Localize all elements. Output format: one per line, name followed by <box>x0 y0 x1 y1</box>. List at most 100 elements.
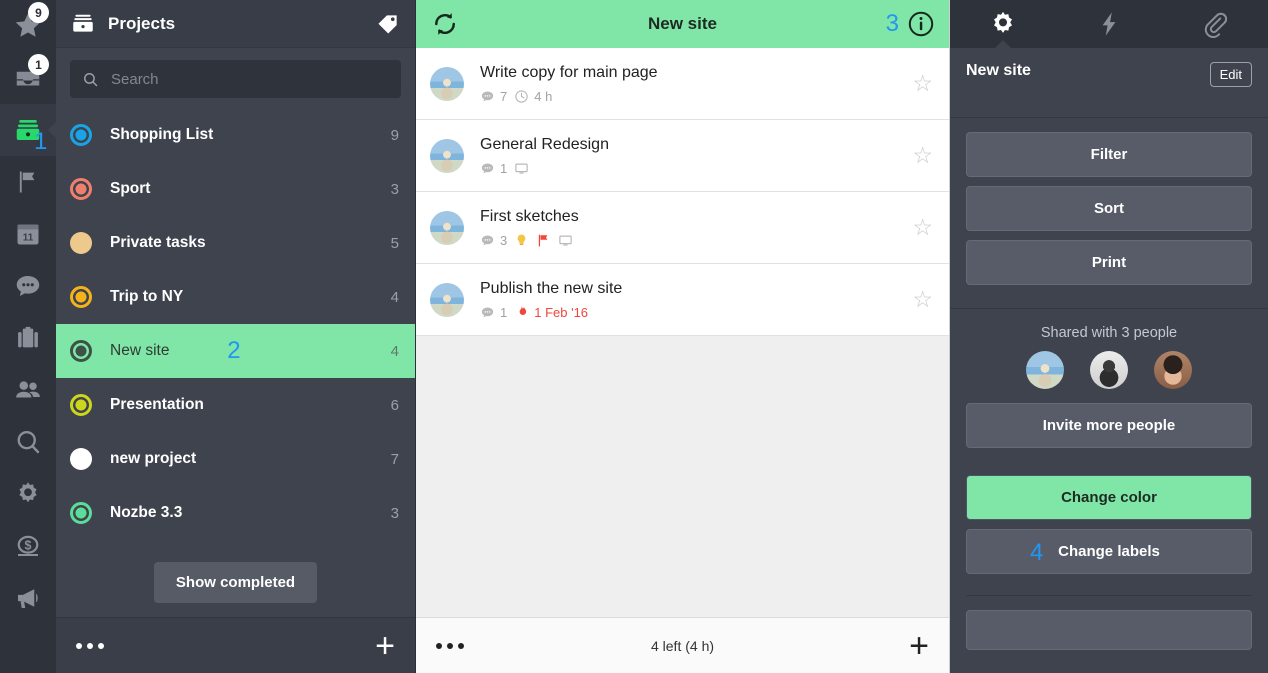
project-row[interactable]: Private tasks 5 <box>56 216 415 270</box>
detail-title-row: New site Edit <box>950 48 1268 118</box>
rail-item-team[interactable] <box>0 364 56 416</box>
project-name: Nozbe 3.3 <box>110 504 183 521</box>
project-row[interactable]: Presentation 6 <box>56 378 415 432</box>
dollar-icon: $ <box>17 535 39 557</box>
search-input[interactable]: Search <box>70 60 401 98</box>
ellipsis-icon[interactable] <box>436 642 464 649</box>
edit-button[interactable]: Edit <box>1209 62 1252 87</box>
task-meta-text: 4 h <box>534 88 553 104</box>
task-main: General Redesign 1 <box>480 136 912 176</box>
project-task-count: 3 <box>390 504 399 522</box>
task-meta: 3 <box>480 233 912 248</box>
task-row[interactable]: Write copy for main page 7 4 h ☆ <box>416 48 949 120</box>
plus-icon[interactable]: + <box>909 629 929 663</box>
projects-header: Projects <box>56 0 415 48</box>
task-list-header: New site 3 <box>416 0 949 48</box>
projects-box-icon <box>73 14 93 32</box>
task-title: First sketches <box>480 207 579 225</box>
show-completed-button[interactable]: Show completed <box>153 562 318 603</box>
project-color-dot <box>70 448 92 470</box>
rail-item-search[interactable] <box>0 416 56 468</box>
task-avatar[interactable] <box>430 66 464 101</box>
annotation-4: 4 <box>1030 539 1044 566</box>
project-row[interactable]: New site 2 4 <box>56 324 415 378</box>
briefcase-icon <box>18 326 38 348</box>
task-meta-text: 1 <box>500 160 508 176</box>
shared-avatar-2[interactable] <box>1090 351 1128 389</box>
tab-settings[interactable] <box>950 0 1056 48</box>
star-outline-icon[interactable]: ☆ <box>912 144 933 167</box>
bolt-icon <box>1102 12 1116 36</box>
rail-item-flag[interactable] <box>0 156 56 208</box>
task-avatar[interactable] <box>430 210 464 245</box>
rail-item-comments[interactable] <box>0 260 56 312</box>
filter-button[interactable]: Filter <box>966 132 1252 177</box>
task-row[interactable]: General Redesign 1 ☆ <box>416 120 949 192</box>
project-row[interactable]: Trip to NY 4 <box>56 270 415 324</box>
shared-with-label: Shared with 3 people <box>1040 325 1178 341</box>
ellipsis-icon[interactable] <box>76 642 104 649</box>
task-header-right: 3 <box>886 10 935 38</box>
task-title: Publish the new site <box>480 279 623 297</box>
tag-icon[interactable] <box>375 11 401 37</box>
task-meta-item: 1 <box>480 161 507 176</box>
task-avatar[interactable] <box>430 282 464 317</box>
show-completed-wrap: Show completed <box>56 562 415 603</box>
project-row[interactable]: Nozbe 3.3 3 <box>56 486 415 540</box>
task-row[interactable]: First sketches 3 ☆ <box>416 192 949 264</box>
project-name: new project <box>110 450 197 467</box>
rail-item-priority[interactable]: 9 <box>0 0 56 52</box>
star-outline-icon[interactable]: ☆ <box>912 72 933 95</box>
star-outline-icon[interactable]: ☆ <box>912 216 933 239</box>
task-meta-item: 1 <box>480 305 507 320</box>
task-count-summary: 4 left (4 h) <box>650 637 715 654</box>
refresh-icon[interactable] <box>430 9 460 39</box>
project-task-count: 5 <box>390 234 399 252</box>
rail-item-briefcase[interactable] <box>0 312 56 364</box>
shared-avatar-3[interactable] <box>1154 351 1192 389</box>
task-list-title: New site <box>648 14 717 33</box>
invite-more-people-button[interactable]: Invite more people <box>966 403 1252 448</box>
star-outline-icon[interactable]: ☆ <box>912 288 933 311</box>
tab-attachments[interactable] <box>1162 0 1268 48</box>
project-name: Shopping List <box>110 126 214 143</box>
task-meta: 1 <box>480 161 912 176</box>
project-color-dot <box>70 232 92 254</box>
rail-item-projects[interactable]: 1 <box>0 104 56 156</box>
task-list-panel: New site 3 Write copy for main page 7 4 h ☆… <box>416 0 950 673</box>
svg-text:$: $ <box>25 538 32 552</box>
plus-icon[interactable]: + <box>375 629 395 663</box>
project-task-count: 3 <box>390 180 399 198</box>
print-button[interactable]: Print <box>966 240 1252 285</box>
task-avatar[interactable] <box>430 138 464 173</box>
task-meta-item: 3 <box>480 233 507 248</box>
rail-item-news[interactable] <box>0 572 56 624</box>
project-color-dot <box>70 124 92 146</box>
sort-button[interactable]: Sort <box>966 186 1252 231</box>
project-row[interactable]: Shopping List 9 <box>56 108 415 162</box>
rail-item-billing[interactable]: $ <box>0 520 56 572</box>
task-main: Publish the new site 1 1 Feb '16 <box>480 280 912 320</box>
tab-activity[interactable] <box>1056 0 1162 48</box>
rail-item-settings[interactable] <box>0 468 56 520</box>
projects-panel: Projects Search Shopping List 9 Sport 3 Priv… <box>56 0 416 673</box>
task-meta: 1 1 Feb '16 <box>480 305 912 320</box>
rail-item-inbox[interactable]: 1 <box>0 52 56 104</box>
task-main: First sketches 3 <box>480 208 912 248</box>
info-circle-icon[interactable] <box>907 10 935 38</box>
task-meta-item <box>558 233 573 248</box>
project-row[interactable]: Sport 3 <box>56 162 415 216</box>
shared-avatar-1[interactable] <box>1026 351 1064 389</box>
comment-icon <box>481 163 494 173</box>
megaphone-icon <box>18 589 38 608</box>
task-row[interactable]: Publish the new site 1 1 Feb '16 ☆ <box>416 264 949 336</box>
change-color-button[interactable]: Change color <box>966 475 1252 520</box>
rail-item-calendar[interactable]: 11 <box>0 208 56 260</box>
clock-icon <box>515 89 528 103</box>
detail-bottom-button[interactable] <box>966 610 1252 650</box>
project-task-count: 7 <box>390 450 399 468</box>
task-meta-text: 7 <box>500 88 508 104</box>
change-labels-button[interactable]: Change labels <box>966 529 1252 574</box>
project-name: Trip to NY <box>110 288 184 305</box>
project-row[interactable]: new project 7 <box>56 432 415 486</box>
